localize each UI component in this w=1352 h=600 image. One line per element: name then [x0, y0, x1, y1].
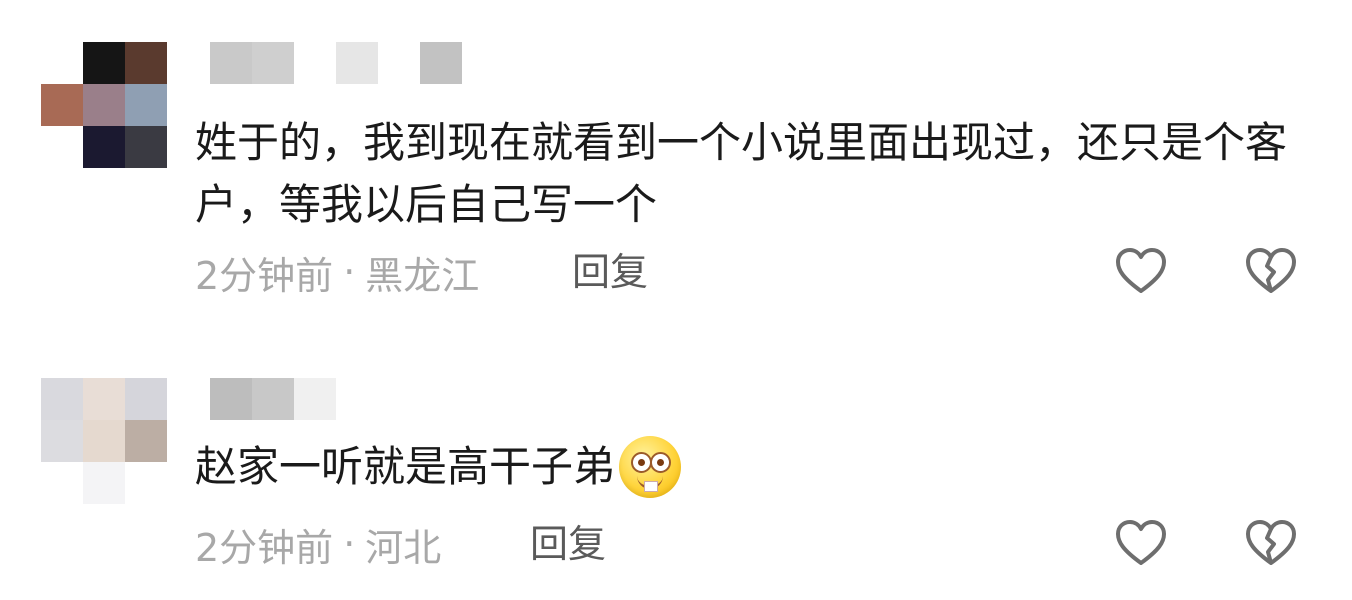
avatar-pixel — [83, 420, 125, 462]
avatar-pixel — [41, 420, 83, 462]
comment-text-body: 赵家一听就是高干子弟 — [195, 442, 616, 491]
avatar-pixel — [41, 126, 83, 168]
comment-item: 赵家一听就是高干子弟 2分钟前 · 河北 回复 — [0, 340, 1352, 600]
avatar-pixel — [83, 378, 125, 420]
avatar-pixel — [125, 84, 167, 126]
username-blurred[interactable] — [210, 378, 336, 420]
like-button[interactable] — [1113, 516, 1169, 572]
avatar-pixel — [41, 84, 83, 126]
username-pixel — [210, 42, 252, 84]
avatar[interactable] — [41, 42, 167, 168]
comment-text: 赵家一听就是高干子弟 — [195, 436, 1295, 498]
avatar-pixel — [125, 378, 167, 420]
avatar-pixel — [41, 462, 83, 504]
avatar-pixel — [41, 42, 83, 84]
heart-outline-icon — [1116, 520, 1166, 565]
avatar-pixel — [125, 420, 167, 462]
avatar-pixel — [83, 84, 125, 126]
username-pixel — [252, 42, 294, 84]
dislike-button[interactable] — [1243, 244, 1299, 300]
broken-heart-icon — [1246, 520, 1296, 565]
avatar[interactable] — [41, 378, 167, 504]
avatar-pixel — [41, 378, 83, 420]
comment-time: 2分钟前 — [195, 525, 334, 570]
comment-location: 黑龙江 — [365, 253, 480, 298]
reply-button[interactable]: 回复 — [530, 516, 606, 572]
heart-outline-icon — [1116, 248, 1166, 293]
username-pixel — [294, 378, 336, 420]
avatar-pixel — [125, 462, 167, 504]
comment-location: 河北 — [365, 525, 442, 570]
username-blurred[interactable] — [210, 42, 462, 84]
comment-meta: 2分钟前 · 河北 — [195, 516, 441, 572]
silly-buck-teeth-emoji-icon — [619, 436, 682, 498]
username-pixel — [336, 42, 378, 84]
avatar-pixel — [83, 126, 125, 168]
comment-item: 姓于的，我到现在就看到一个小说里面出现过，还只是个客户，等我以后自己写一个 2分… — [0, 0, 1352, 330]
username-pixel — [378, 42, 420, 84]
meta-separator: · — [343, 250, 356, 294]
avatar-pixel — [125, 126, 167, 168]
username-pixel — [420, 42, 462, 84]
broken-heart-icon — [1246, 248, 1296, 293]
reply-button[interactable]: 回复 — [572, 244, 648, 300]
username-pixel — [210, 378, 252, 420]
like-button[interactable] — [1113, 244, 1169, 300]
comment-meta: 2分钟前 · 黑龙江 — [195, 244, 479, 300]
dislike-button[interactable] — [1243, 516, 1299, 572]
avatar-pixel — [83, 42, 125, 84]
meta-separator: · — [343, 522, 356, 566]
comment-time: 2分钟前 — [195, 253, 334, 298]
avatar-pixel — [83, 462, 125, 504]
username-pixel — [294, 42, 336, 84]
comment-text: 姓于的，我到现在就看到一个小说里面出现过，还只是个客户，等我以后自己写一个 — [195, 118, 1288, 229]
avatar-pixel — [125, 42, 167, 84]
username-pixel — [252, 378, 294, 420]
